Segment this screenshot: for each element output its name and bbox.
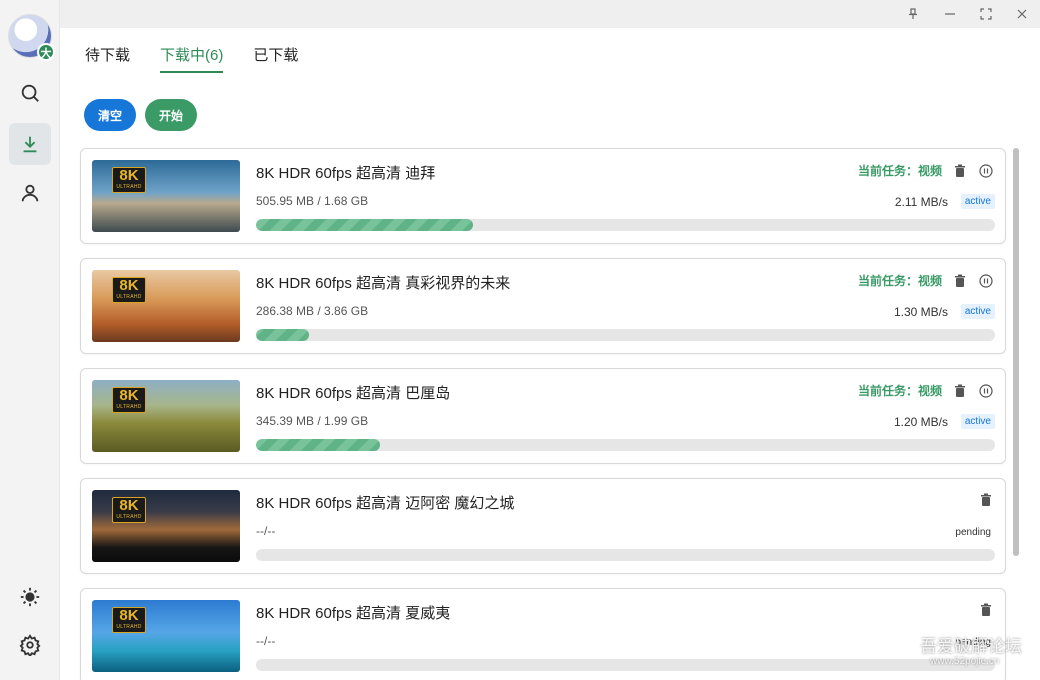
pause-icon [979,163,993,178]
avatar[interactable]: 大 [8,14,55,61]
status-badge: pending [955,527,991,538]
8k-badge: 8K ULTRAHD [112,497,146,523]
progress-fill [256,219,473,231]
pause-button[interactable] [978,383,994,399]
item-size: 345.39 MB / 1.99 GB [256,414,369,428]
search-icon [21,84,39,102]
user-icon [21,184,39,202]
trash-icon [955,274,965,287]
title-bar [60,0,1040,28]
item-controls [978,602,994,618]
item-speed: 2.11 MB/s [894,195,948,209]
watermark-url: www.52pojie.cn [930,656,1000,667]
trash-icon [955,384,965,397]
item-title: 8K HDR 60fps 超高清 巴厘岛 [256,385,451,402]
progress-fill [256,439,381,451]
status-badge: active [960,304,995,319]
delete-button[interactable] [952,383,968,399]
item-title: 8K HDR 60fps 超高清 夏威夷 [256,605,451,622]
item-speed: 1.30 MB/s [893,305,948,319]
delete-button[interactable] [978,492,994,508]
clear-button[interactable]: 清空 [84,99,137,131]
trash-icon [981,603,991,616]
item-size: 505.95 MB / 1.68 GB [256,194,369,208]
item-size: --/-- [256,524,276,538]
minimize-button[interactable] [940,4,960,24]
download-icon [23,136,37,153]
8k-badge: 8K ULTRAHD [112,277,146,303]
pause-icon [979,383,993,398]
item-controls: 当前任务：视频 [858,382,994,399]
item-speed: 1.20 MB/s [893,415,948,429]
sun-icon [20,587,40,607]
status-badge: active [960,194,995,209]
close-button[interactable] [1012,4,1032,24]
download-item: 8K ULTRAHD 8K HDR 60fps 超高清 夏威夷 --/-- pen… [80,588,1006,680]
trash-icon [955,164,965,177]
sidebar: 大 [0,0,60,680]
item-size: 286.38 MB / 3.86 GB [256,304,369,318]
pause-icon [979,273,993,288]
progress-bar [256,329,995,341]
action-bar: 清空 开始 [84,99,198,131]
download-item: 8K ULTRAHD 8K HDR 60fps 超高清 迈阿密 魔幻之城 --/-… [80,478,1006,574]
app-window: 大 待下载 下载中(6) 已下载 清空 开始 8K ULTRAHD 8K HDR… [0,0,1040,680]
tab-downloading[interactable]: 下载中(6) [160,44,224,73]
progress-bar [256,439,995,451]
item-title: 8K HDR 60fps 超高清 真彩视界的未来 [256,275,511,292]
download-item: 8K ULTRAHD 8K HDR 60fps 超高清 真彩视界的未来 286.3… [80,258,1006,354]
sidebar-item-downloads[interactable] [9,123,51,165]
delete-button[interactable] [952,163,968,179]
thumbnail-bali: 8K ULTRAHD [92,380,240,452]
current-task-label: 当前任务：视频 [857,164,942,178]
sidebar-item-search[interactable] [9,72,51,114]
theme-toggle[interactable] [9,576,51,618]
item-size: --/-- [256,634,276,648]
start-button[interactable]: 开始 [145,99,198,131]
status-badge: active [960,414,995,429]
8k-badge: 8K ULTRAHD [112,607,146,633]
minimize-icon [945,13,955,15]
tab-pending[interactable]: 待下载 [85,44,130,73]
item-controls: 当前任务：视频 [858,272,994,289]
tab-bar: 待下载 下载中(6) 已下载 [85,44,298,73]
restore-button[interactable] [976,4,996,24]
8k-badge: 8K ULTRAHD [112,387,146,413]
download-item: 8K ULTRAHD 8K HDR 60fps 超高清 巴厘岛 345.39 MB… [80,368,1006,464]
progress-bar [256,219,995,231]
thumbnail-hawaii: 8K ULTRAHD [92,600,240,672]
item-controls [978,492,994,508]
thumbnail-dubai: 8K ULTRAHD [92,160,240,232]
progress-bar [256,659,995,671]
scrollbar-thumb[interactable] [1013,148,1019,556]
thumbnail-future: 8K ULTRAHD [92,270,240,342]
delete-button[interactable] [978,602,994,618]
item-title: 8K HDR 60fps 超高清 迈阿密 魔幻之城 [256,495,515,512]
progress-bar [256,549,995,561]
pin-icon [909,8,917,19]
trash-icon [981,493,991,506]
item-title: 8K HDR 60fps 超高清 迪拜 [256,165,436,182]
avatar-badge: 大 [37,43,55,61]
current-task-label: 当前任务：视频 [857,384,942,398]
progress-fill [256,329,310,341]
pause-button[interactable] [978,163,994,179]
8k-badge: 8K ULTRAHD [112,167,146,193]
restore-icon [980,8,992,20]
watermark-text: 吾爱破解论坛 [920,637,1022,656]
tab-downloaded[interactable]: 已下载 [253,44,298,73]
pause-button[interactable] [978,273,994,289]
settings-button[interactable] [9,624,51,666]
download-item: 8K ULTRAHD 8K HDR 60fps 超高清 迪拜 505.95 MB … [80,148,1006,244]
gear-icon [19,634,41,656]
item-controls: 当前任务：视频 [858,162,994,179]
list-scrollbar[interactable] [1012,148,1020,680]
sidebar-item-user[interactable] [9,172,51,214]
thumbnail-miami: 8K ULTRAHD [92,490,240,562]
pin-button[interactable] [903,4,923,24]
close-icon [1017,9,1027,19]
delete-button[interactable] [952,273,968,289]
current-task-label: 当前任务：视频 [857,274,942,288]
